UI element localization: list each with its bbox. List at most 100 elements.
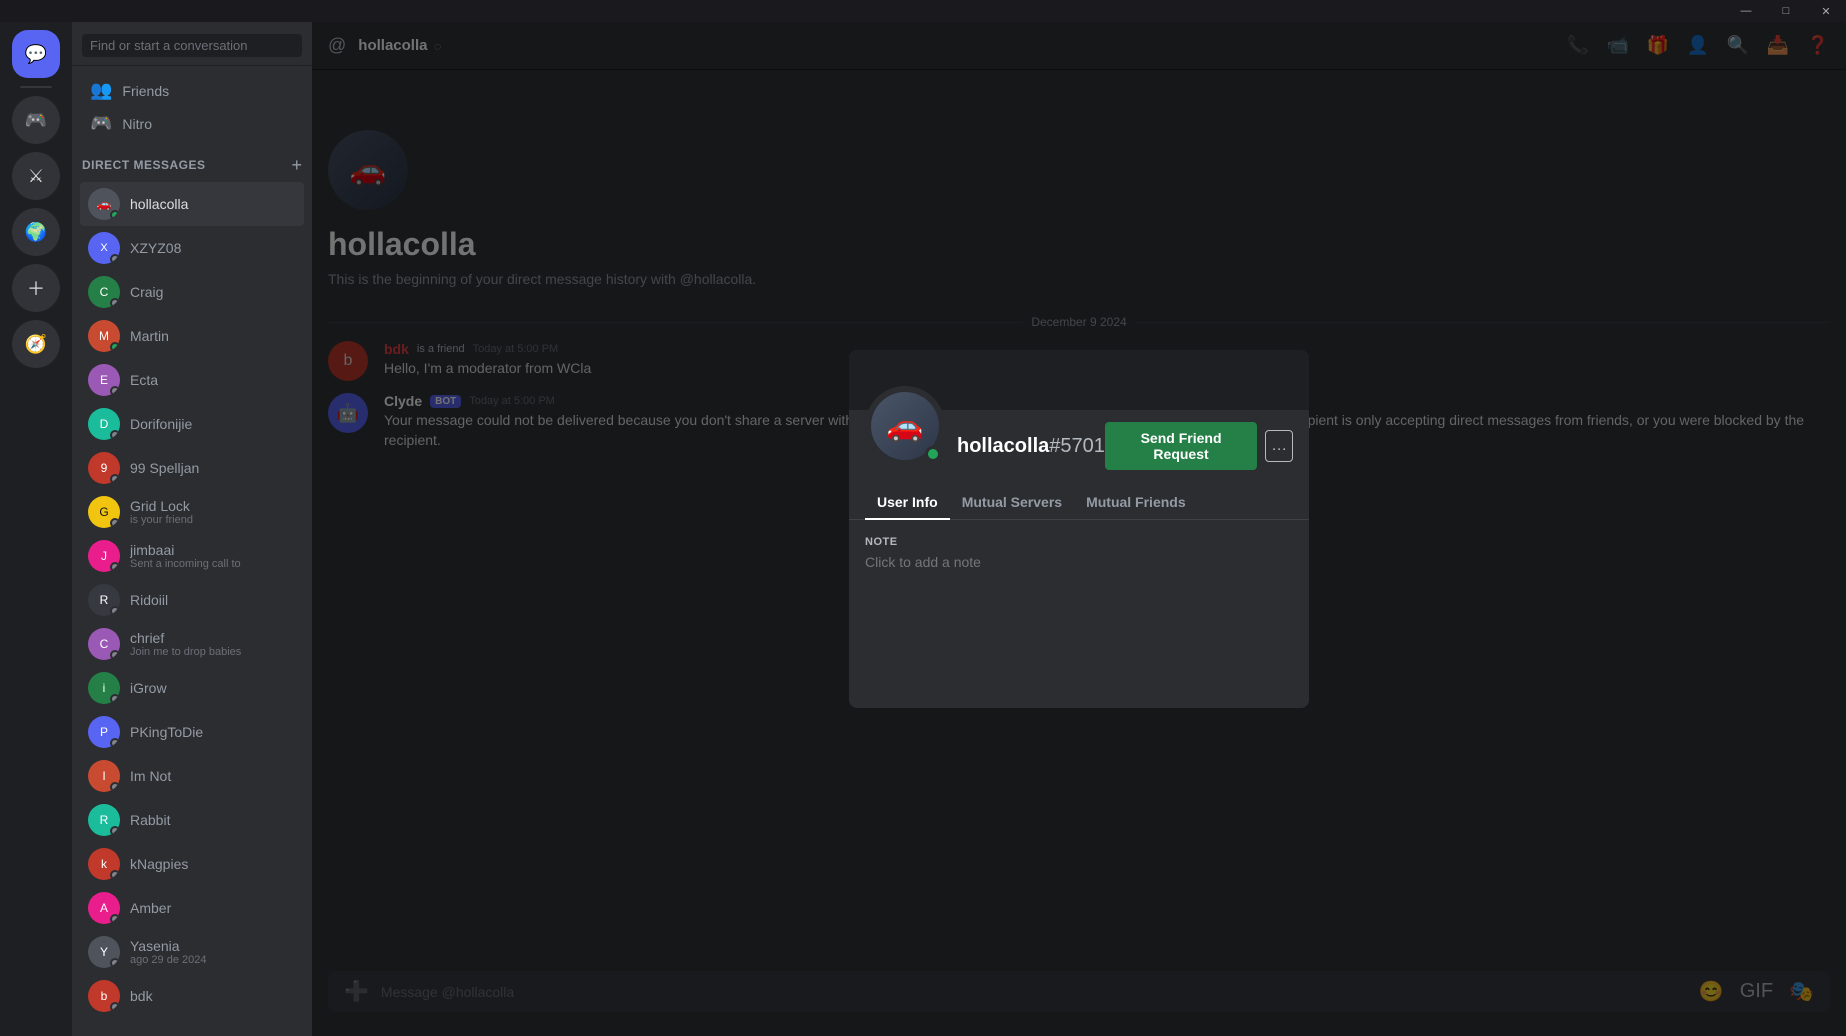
note-label: NOTE <box>865 536 1293 548</box>
tab-mutual-friends[interactable]: Mutual Friends <box>1074 486 1198 520</box>
dm-item-amber[interactable]: A Amber <box>80 886 304 930</box>
dm-item-craig[interactable]: C Craig <box>80 270 304 314</box>
sidebar-nav: 👥 Friends 🎮 Nitro <box>72 66 312 148</box>
dm-name-ecta: Ecta <box>130 372 296 388</box>
dm-name-ridoiil: Ridoiil <box>130 592 296 608</box>
server-icon-3[interactable]: 🌍 <box>12 208 60 256</box>
dm-avatar-dori: D <box>88 408 120 440</box>
dm-item-99spell[interactable]: 9 99 Spelljan <box>80 446 304 490</box>
dm-name-dori: Dorifonijie <box>130 416 296 432</box>
dm-item-ridoiil[interactable]: R Ridoiil <box>80 578 304 622</box>
profile-username-wrap: hollacolla#5701 <box>957 435 1105 458</box>
status-dot-yasenia <box>110 958 120 968</box>
dm-name-rabbit: Rabbit <box>130 812 296 828</box>
dm-item-pking[interactable]: P PKingToDie <box>80 710 304 754</box>
profile-actions: Send Friend Request … <box>1105 422 1293 470</box>
dm-name-yasenia: Yasenia <box>130 938 296 954</box>
status-dot-dori <box>110 430 120 440</box>
status-dot-hollacolla <box>110 210 120 220</box>
profile-username: hollacolla#5701 <box>957 435 1105 457</box>
dm-item-gridlock[interactable]: G Grid Lock is your friend <box>80 490 304 534</box>
search-input[interactable] <box>82 34 302 57</box>
status-dot-ridoiil <box>110 606 120 616</box>
dm-item-knagpies[interactable]: k kNagpies <box>80 842 304 886</box>
app-container: 💬 🎮 ⚔ 🌍 ＋ 🧭 👥 Friends 🎮 Nitro DIRECT MES… <box>0 0 1846 1036</box>
dm-avatar-amber: A <box>88 892 120 924</box>
server-icon-dm[interactable]: 💬 <box>12 30 60 78</box>
dm-item-jimbaai[interactable]: J jimbaai Sent a incoming call to <box>80 534 304 578</box>
profile-discriminator: #5701 <box>1049 435 1105 457</box>
server-list: 💬 🎮 ⚔ 🌍 ＋ 🧭 <box>0 22 72 1036</box>
dm-avatar-chrief: C <box>88 628 120 660</box>
dm-sub-chrief: Join me to drop babies <box>130 646 296 658</box>
server-icon-add[interactable]: ＋ <box>12 264 60 312</box>
status-dot-amber <box>110 914 120 924</box>
dm-avatar-rabbit: R <box>88 804 120 836</box>
dm-avatar-igrow: i <box>88 672 120 704</box>
close-button[interactable]: ✕ <box>1806 0 1846 22</box>
dm-item-xzyz08[interactable]: X XZYZ08 <box>80 226 304 270</box>
maximize-button[interactable]: □ <box>1766 0 1806 22</box>
status-dot-craig <box>110 298 120 308</box>
sidebar-item-friends[interactable]: 👥 Friends <box>82 74 302 107</box>
dm-item-imnot[interactable]: I Im Not <box>80 754 304 798</box>
dm-item-ecta[interactable]: E Ecta <box>80 358 304 402</box>
dm-name-xzyz08: XZYZ08 <box>130 240 296 256</box>
search-bar <box>72 22 312 66</box>
nitro-icon: 🎮 <box>90 113 112 134</box>
dm-name-gridlock: Grid Lock <box>130 498 296 514</box>
dm-avatar-craig: C <box>88 276 120 308</box>
status-dot-martin <box>110 342 120 352</box>
server-icon-1[interactable]: 🎮 <box>12 96 60 144</box>
dm-name-martin: Martin <box>130 328 296 344</box>
add-dm-button[interactable]: + <box>291 156 302 174</box>
dm-avatar-xzyz08: X <box>88 232 120 264</box>
note-input[interactable] <box>865 554 1293 570</box>
status-dot-gridlock <box>110 518 120 528</box>
dm-name-jimbaai: jimbaai <box>130 542 296 558</box>
minimize-button[interactable]: — <box>1726 0 1766 22</box>
status-dot-igrow <box>110 694 120 704</box>
server-icon-explore[interactable]: 🧭 <box>12 320 60 368</box>
server-divider <box>20 86 52 88</box>
dm-avatar-jimbaai: J <box>88 540 120 572</box>
status-dot-99spell <box>110 474 120 484</box>
dm-item-igrow[interactable]: i iGrow <box>80 666 304 710</box>
dm-item-bdk[interactable]: b bdk <box>80 974 304 1018</box>
modal-overlay[interactable]: 🚗 hollacolla#5701 Send Frien <box>312 22 1846 1036</box>
dm-item-rabbit[interactable]: R Rabbit <box>80 798 304 842</box>
dm-item-yasenia[interactable]: Y Yasenia ago 29 de 2024 <box>80 930 304 974</box>
profile-avatar-wrap: 🚗 <box>865 386 945 466</box>
profile-note-section: NOTE <box>865 536 1293 572</box>
dm-item-chrief[interactable]: C chrief Join me to drop babies <box>80 622 304 666</box>
profile-modal-body: 🚗 hollacolla#5701 Send Frien <box>849 422 1309 708</box>
dm-list: 🚗 hollacolla X XZYZ08 C Craig <box>72 182 312 1036</box>
dm-name-knagpies: kNagpies <box>130 856 296 872</box>
dm-item-martin[interactable]: M Martin <box>80 314 304 358</box>
more-options-button[interactable]: … <box>1265 430 1293 462</box>
dm-sub-yasenia: ago 29 de 2024 <box>130 954 296 966</box>
send-friend-request-button[interactable]: Send Friend Request <box>1105 422 1257 470</box>
dm-name-amber: Amber <box>130 900 296 916</box>
titlebar: — □ ✕ <box>1726 0 1846 22</box>
dm-avatar-gridlock: G <box>88 496 120 528</box>
dm-sub-jimbaai: Sent a incoming call to <box>130 558 296 570</box>
dm-name-bdk: bdk <box>130 988 296 1004</box>
tab-mutual-servers[interactable]: Mutual Servers <box>950 486 1074 520</box>
profile-user-row: 🚗 hollacolla#5701 Send Frien <box>865 422 1293 470</box>
status-dot-imnot <box>110 782 120 792</box>
dm-name-igrow: iGrow <box>130 680 296 696</box>
dm-name-chrief: chrief <box>130 630 296 646</box>
friends-icon: 👥 <box>90 80 112 101</box>
server-icon-2[interactable]: ⚔ <box>12 152 60 200</box>
dm-item-dori[interactable]: D Dorifonijie <box>80 402 304 446</box>
dm-item-hollacolla[interactable]: 🚗 hollacolla <box>80 182 304 226</box>
status-dot-bdk <box>110 1002 120 1012</box>
dm-avatar-imnot: I <box>88 760 120 792</box>
dm-header: DIRECT MESSAGES + <box>72 148 312 182</box>
tab-user-info[interactable]: User Info <box>865 486 950 520</box>
dm-name-99spell: 99 Spelljan <box>130 460 296 476</box>
sidebar-item-nitro[interactable]: 🎮 Nitro <box>82 107 302 140</box>
profile-user-info: 🚗 hollacolla#5701 <box>865 426 1105 466</box>
dm-sub-gridlock: is your friend <box>130 514 296 526</box>
